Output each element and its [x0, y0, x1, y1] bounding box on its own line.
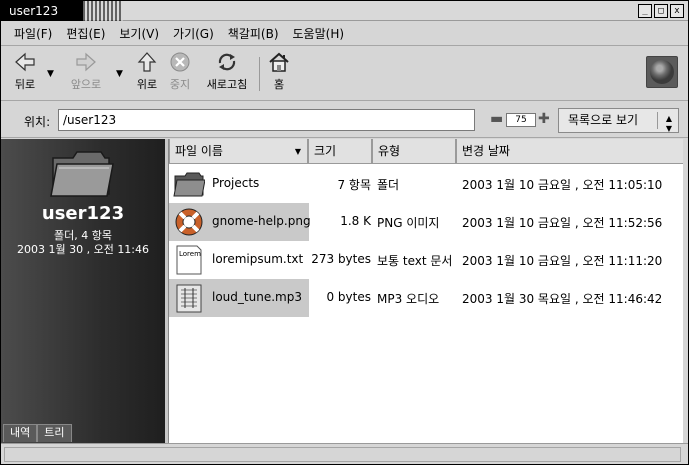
- column-header-type[interactable]: 유형: [372, 139, 456, 164]
- file-date: 2003 1월 10 금요일 , 오전 11:11:20: [462, 254, 663, 268]
- select-separator: [657, 112, 658, 129]
- sort-descending-icon: ▼: [294, 147, 301, 156]
- folder-modified-date: 2003 1월 30 , 오전 11:46: [16, 243, 150, 256]
- column-header-date[interactable]: 변경 날짜: [456, 139, 683, 164]
- large-folder-icon: [50, 151, 114, 197]
- file-row[interactable]: gnome-help.png 1.8 K PNG 이미지 2003 1월 10 …: [169, 203, 683, 241]
- up-arrow-icon: [137, 52, 157, 72]
- zoom-in-icon[interactable]: ✚: [538, 112, 550, 126]
- close-button[interactable]: x: [670, 4, 684, 18]
- back-history-dropdown[interactable]: ▼: [47, 69, 54, 79]
- file-manager-window: user123 _ □ x 파일(F) 편집(E) 보기(V) 가기(G) 책갈…: [0, 0, 689, 465]
- file-date: 2003 1월 10 금요일 , 오전 11:52:56: [462, 216, 663, 230]
- back-arrow-icon: [15, 52, 35, 72]
- folder-icon: [173, 172, 205, 197]
- toolbar-separator: [259, 57, 260, 91]
- forward-label: 앞으로: [70, 78, 102, 91]
- home-label: 홈: [273, 78, 285, 91]
- title-bar-pattern: [83, 1, 123, 21]
- menu-edit[interactable]: 편집(E): [59, 25, 112, 42]
- audio-file-icon: [176, 284, 202, 313]
- back-button[interactable]: 뒤로: [9, 51, 41, 92]
- view-mode-select[interactable]: 목록으로 보기 ▲ ▼: [558, 108, 679, 133]
- up-label: 위로: [136, 78, 158, 91]
- column-header-size[interactable]: 크기: [308, 139, 372, 164]
- stop-icon: [170, 52, 190, 72]
- home-icon: [269, 52, 289, 72]
- menu-bar: 파일(F) 편집(E) 보기(V) 가기(G) 책갈피(B) 도움말(H): [1, 22, 688, 46]
- file-type: 보통 text 문서: [377, 254, 453, 268]
- title-bar[interactable]: user123 _ □ x: [1, 1, 688, 21]
- lifebuoy-icon: [175, 208, 203, 236]
- location-bar: 위치: /user123 ▬ 75 ✚ 목록으로 보기 ▲ ▼: [1, 102, 688, 138]
- forward-arrow-icon: [76, 52, 96, 72]
- window-controls: _ □ x: [638, 4, 684, 18]
- file-date: 2003 1월 30 목요일 , 오전 11:46:42: [462, 292, 663, 306]
- window-title: user123: [1, 1, 83, 21]
- forward-history-dropdown[interactable]: ▼: [116, 69, 123, 79]
- file-size: 7 항목: [337, 178, 371, 192]
- stop-label: 중지: [169, 78, 191, 91]
- reload-label: 새로고침: [206, 78, 248, 91]
- location-label: 위치:: [24, 115, 51, 129]
- file-date: 2003 1월 10 금요일 , 오전 11:05:10: [462, 178, 663, 192]
- vertical-scrollbar[interactable]: [683, 139, 688, 443]
- menu-bookmarks[interactable]: 책갈피(B): [221, 25, 286, 42]
- column-header-name[interactable]: 파일 이름 ▼: [169, 139, 308, 164]
- minimize-button[interactable]: _: [638, 4, 652, 18]
- tab-tree[interactable]: 트리: [37, 424, 72, 442]
- menu-help[interactable]: 도움말(H): [286, 25, 352, 42]
- menu-file[interactable]: 파일(F): [7, 25, 59, 42]
- zoom-out-icon[interactable]: ▬: [490, 112, 503, 126]
- forward-button[interactable]: 앞으로: [67, 51, 105, 92]
- folder-name: user123: [41, 203, 125, 224]
- folder-info: 폴더, 4 항목 2003 1월 30 , 오전 11:46: [1, 229, 165, 257]
- toolbar: 뒤로 ▼ 앞으로 ▼ 위로 중지 새로고침 홈: [1, 47, 688, 101]
- zoom-level[interactable]: 75: [506, 113, 536, 127]
- status-bar: [1, 443, 688, 464]
- file-name: Projects: [212, 176, 260, 190]
- activity-throbber-icon: [646, 56, 678, 88]
- menu-go[interactable]: 가기(G): [166, 25, 221, 42]
- file-type: MP3 오디오: [377, 292, 440, 306]
- maximize-button[interactable]: □: [654, 4, 668, 18]
- tab-history[interactable]: 내역: [3, 424, 38, 442]
- stop-button[interactable]: 중지: [167, 51, 193, 92]
- location-input[interactable]: /user123: [58, 109, 475, 131]
- status-field: [4, 447, 681, 462]
- file-size: 0 bytes: [326, 290, 371, 304]
- file-size: 273 bytes: [311, 252, 371, 266]
- file-name: loremipsum.txt: [212, 252, 304, 266]
- file-size: 1.8 K: [340, 214, 371, 228]
- side-pane: user123 폴더, 4 항목 2003 1월 30 , 오전 11:46 내…: [1, 139, 165, 443]
- file-name: loud_tune.mp3: [212, 290, 302, 304]
- column-name-label: 파일 이름: [175, 144, 223, 158]
- side-pane-tabs: 내역 트리: [3, 424, 72, 442]
- file-type: 폴더: [377, 178, 400, 192]
- up-button[interactable]: 위로: [135, 51, 159, 92]
- view-mode-value: 목록으로 보기: [568, 113, 639, 127]
- file-list: 파일 이름 ▼ 크기 유형 변경 날짜 Projects 7 항목 폴더 200…: [168, 139, 683, 443]
- updown-arrows-icon: ▲ ▼: [665, 114, 672, 133]
- text-document-icon: Lorem: [176, 245, 202, 275]
- reload-button[interactable]: 새로고침: [203, 51, 251, 92]
- menu-view[interactable]: 보기(V): [112, 25, 166, 42]
- folder-item-count: 폴더, 4 항목: [54, 229, 112, 242]
- file-row[interactable]: Projects 7 항목 폴더 2003 1월 10 금요일 , 오전 11:…: [169, 165, 683, 203]
- reload-icon: [218, 53, 236, 71]
- file-row[interactable]: Lorem loremipsum.txt 273 bytes 보통 text 문…: [169, 241, 683, 279]
- file-row[interactable]: loud_tune.mp3 0 bytes MP3 오디오 2003 1월 30…: [169, 279, 683, 317]
- file-type: PNG 이미지: [377, 216, 440, 230]
- file-name: gnome-help.png: [212, 214, 311, 228]
- column-headers: 파일 이름 ▼ 크기 유형 변경 날짜: [169, 139, 683, 164]
- back-label: 뒤로: [14, 78, 36, 91]
- home-button[interactable]: 홈: [265, 51, 293, 92]
- svg-text:Lorem: Lorem: [179, 250, 201, 258]
